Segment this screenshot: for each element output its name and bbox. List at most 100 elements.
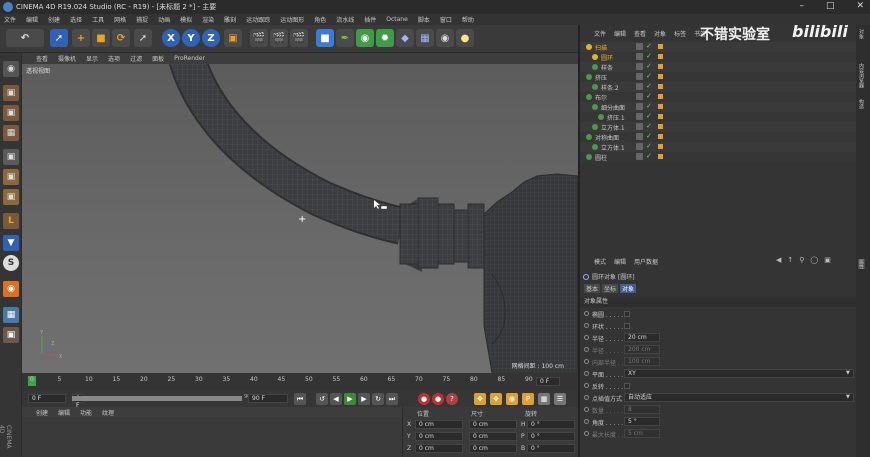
menu-item[interactable]: 帮助 [462,15,474,24]
snap-icon[interactable]: S [3,255,19,271]
object-row[interactable]: 立方体.1 ✓ [580,142,858,152]
object-row[interactable]: 圆环 ✓ [580,52,858,62]
object-row[interactable]: 样条.2 ✓ [580,82,858,92]
animate-radio-icon[interactable] [584,383,589,388]
visibility-toggle-icon[interactable] [636,153,643,160]
menu-item[interactable]: 渲染 [202,15,214,24]
key-parameter-icon[interactable]: P [522,393,534,405]
viewport-menu-item[interactable]: 过滤 [130,54,142,63]
visibility-toggle-icon[interactable] [636,43,643,50]
frame-range-slider[interactable] [72,396,242,401]
light-icon[interactable]: ● [456,29,474,47]
make-editable-icon[interactable]: ◉ [3,61,19,77]
viewport-menu-item[interactable]: 查看 [36,54,48,63]
coord-rotation-field[interactable]: 0 ° [527,444,575,453]
recent-tool-icon[interactable]: ➚ [134,29,152,47]
keyframe-selection-icon[interactable]: ? [446,393,458,405]
search-icon[interactable]: ⚲ [799,256,804,264]
attr-menu-item[interactable]: 编辑 [614,257,626,266]
object-menu-item[interactable]: 标签 [674,29,686,38]
new-window-icon[interactable]: ▣ [824,256,831,264]
z-axis-lock-icon[interactable]: Z [202,29,220,47]
tweak-mode-icon[interactable]: ▼ [3,235,19,251]
material-menu-item[interactable]: 编辑 [58,408,70,417]
material-menu-item[interactable]: 创建 [36,408,48,417]
menu-item[interactable]: 插件 [364,15,376,24]
points-mode-icon[interactable]: ▣ [3,149,19,165]
attribute-field[interactable]: 20 cm [624,333,660,342]
side-tab-attributes[interactable]: 属性 [858,259,865,269]
animate-radio-icon[interactable] [584,347,589,352]
animate-radio-icon[interactable] [584,431,589,436]
menu-item[interactable]: 捕捉 [136,15,148,24]
animate-radio-icon[interactable] [584,371,589,376]
rotate-icon[interactable]: ⟳ [112,29,130,47]
tab-coordinates[interactable]: 坐标 [602,284,619,293]
sculpt-icon[interactable]: ◉ [3,281,19,297]
menu-item[interactable]: 运动图形 [280,15,304,24]
lock-icon[interactable]: ◯ [810,256,818,264]
point-level-animation-icon[interactable]: ▦ [538,393,550,405]
object-menu-item[interactable]: 文件 [594,29,606,38]
visibility-toggle-icon[interactable] [636,113,643,120]
object-row[interactable]: 对称曲面 ✓ [580,132,858,142]
cube-icon[interactable]: ■ [316,29,334,47]
side-tab-content-browser[interactable]: 内容浏览器 [858,63,865,88]
viewport-menu-item[interactable]: 摄像机 [58,54,76,63]
attr-menu-item[interactable]: 用户数据 [634,257,658,266]
menu-item[interactable]: 选择 [70,15,82,24]
camera-icon[interactable]: ◉ [436,29,454,47]
enabled-check-icon[interactable]: ✓ [646,132,652,140]
visibility-toggle-icon[interactable] [636,93,643,100]
menu-item[interactable]: 创建 [48,15,60,24]
key-scale-icon[interactable]: ✥ [490,393,502,405]
menu-item[interactable]: 窗口 [440,15,452,24]
menu-item[interactable]: 文件 [4,15,16,24]
play-icon[interactable]: ▶ [344,393,356,405]
start-frame-field[interactable]: 0 F [28,394,66,403]
viewport-menu-item[interactable]: 面板 [152,54,164,63]
enabled-check-icon[interactable]: ✓ [646,72,652,80]
visibility-toggle-icon[interactable] [636,73,643,80]
visibility-toggle-icon[interactable] [636,83,643,90]
deformer-icon[interactable]: ◆ [396,29,414,47]
enabled-check-icon[interactable]: ✓ [646,142,652,150]
coord-rotation-field[interactable]: 0 ° [527,432,575,441]
move-icon[interactable]: + [72,29,90,47]
enabled-check-icon[interactable]: ✓ [646,42,652,50]
coord-position-field[interactable]: 0 cm [415,420,463,429]
menu-item[interactable]: 雕刻 [224,15,236,24]
coord-rotation-field[interactable]: 0 ° [527,420,575,429]
object-row[interactable]: 挤压 ✓ [580,72,858,82]
coord-size-field[interactable]: 0 cm [469,444,517,453]
enabled-check-icon[interactable]: ✓ [646,82,652,90]
object-row[interactable]: 布尔 ✓ [580,92,858,102]
object-menu-item[interactable]: 查看 [634,29,646,38]
render-settings-icon[interactable]: 🎬 [290,29,308,47]
enabled-check-icon[interactable]: ✓ [646,62,652,70]
texture-mode-icon[interactable]: ▣ [3,105,19,121]
axis-mode-icon[interactable]: L [3,213,19,229]
close-icon[interactable]: ✕ [856,1,864,11]
animate-radio-icon[interactable] [584,335,589,340]
enabled-check-icon[interactable]: ✓ [646,102,652,110]
end-frame-field[interactable]: 90 F [248,394,288,403]
layer-icon[interactable]: ▦ [3,307,19,323]
coordinate-system-icon[interactable]: ▣ [224,29,242,47]
record-icon[interactable]: ● [418,393,430,405]
enabled-check-icon[interactable]: ✓ [646,152,652,160]
workplane-mode-icon[interactable]: ▦ [3,125,19,141]
key-position-icon[interactable]: ✥ [474,393,486,405]
y-axis-lock-icon[interactable]: Y [182,29,200,47]
select-arrow-icon[interactable]: ➚ [50,29,68,47]
viewport-menu-item[interactable]: ProRender [174,55,205,62]
enabled-check-icon[interactable]: ✓ [646,112,652,120]
coord-position-field[interactable]: 0 cm [415,444,463,453]
polygons-mode-icon[interactable]: ▣ [3,189,19,205]
side-tab-structure[interactable]: 构造 [858,99,865,109]
coord-size-field[interactable]: 0 cm [469,432,517,441]
viewport-menu-item[interactable]: 选项 [108,54,120,63]
object-row[interactable]: 挤压.1 ✓ [580,112,858,122]
object-row[interactable]: 样条 ✓ [580,62,858,72]
scale-icon[interactable]: ■ [92,29,110,47]
